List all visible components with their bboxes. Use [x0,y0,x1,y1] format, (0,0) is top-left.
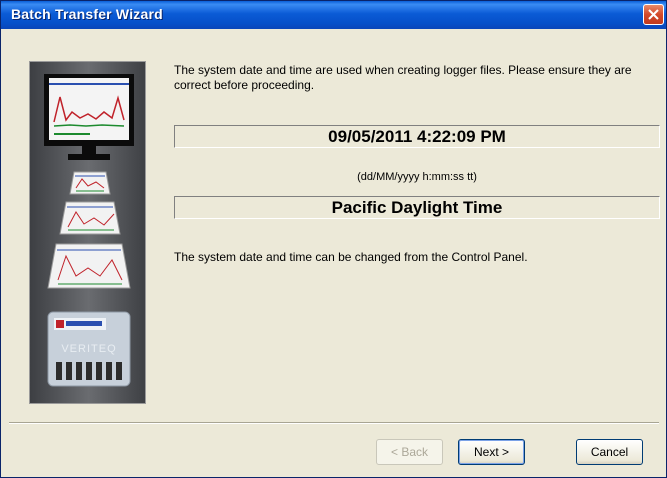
title-bar[interactable]: Batch Transfer Wizard [1,1,666,29]
wizard-window: Batch Transfer Wizard VERITEQ The system… [0,0,667,478]
button-separator [9,422,659,424]
report-sheet-icon [59,201,121,235]
window-title: Batch Transfer Wizard [11,6,163,22]
cancel-button[interactable]: Cancel [576,439,643,465]
timezone-display: Pacific Daylight Time [174,196,660,219]
close-icon [648,9,659,20]
close-button[interactable] [643,4,664,25]
device-label: VERITEQ [61,343,116,355]
datetime-format-hint: (dd/MM/yyyy h:mm:ss tt) [357,171,477,183]
report-sheet-icon [69,171,111,195]
next-button[interactable]: Next > [458,439,525,465]
datetime-display: 09/05/2011 4:22:09 PM [174,125,660,148]
data-logger-device-icon: VERITEQ [47,311,131,387]
back-button[interactable]: < Back [376,439,443,465]
description-text: The system date and time are used when c… [174,63,632,92]
wizard-side-image: VERITEQ [29,61,146,404]
report-sheet-icon [47,243,131,289]
change-note-text: The system date and time can be changed … [174,250,528,264]
logger-illustration: VERITEQ [30,62,145,403]
